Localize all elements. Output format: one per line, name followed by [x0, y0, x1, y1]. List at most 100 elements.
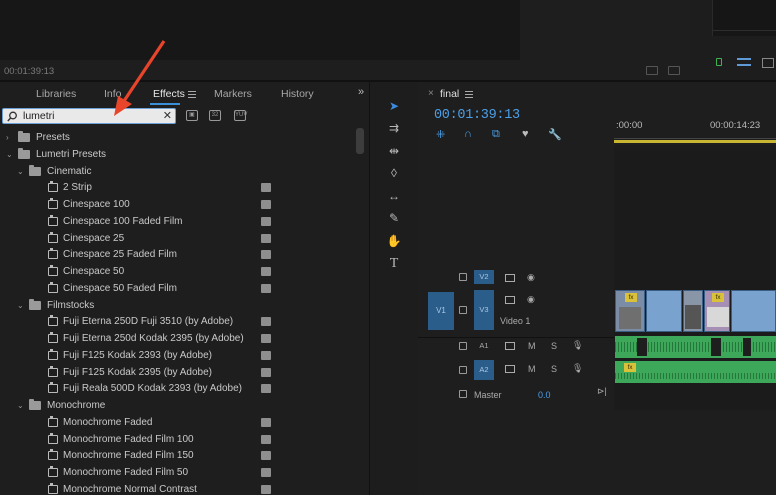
- selection-tool-icon[interactable]: ➤: [386, 98, 402, 114]
- sequence-tab[interactable]: final: [440, 88, 459, 100]
- master-volume-value[interactable]: 0.0: [538, 390, 551, 400]
- snap-icon[interactable]: ∩: [464, 128, 472, 140]
- preset-icon: [48, 315, 58, 327]
- pen-tool-icon[interactable]: ✎: [386, 210, 402, 226]
- tree-item-label: Cinespace 100 Faded Film: [63, 215, 183, 227]
- tree-folder[interactable]: ⌄ Filmstocks: [0, 298, 356, 315]
- tree-preset[interactable]: Cinespace 100: [0, 198, 356, 214]
- linked-selection-icon[interactable]: ⧉: [492, 128, 500, 141]
- lock-master-icon[interactable]: [459, 390, 467, 398]
- tab-libraries[interactable]: Libraries: [36, 88, 76, 100]
- tree-folder[interactable]: ⌄ Monochrome: [0, 399, 356, 415]
- sync-lock-v1-icon[interactable]: [505, 296, 515, 304]
- tree-preset[interactable]: Cinespace 100 Faded Film: [0, 214, 356, 231]
- tree-item-label: Fuji Reala 500D Kodak 2393 (by Adobe): [63, 383, 243, 395]
- preset-icon: [48, 198, 58, 209]
- solo-a1-button[interactable]: S: [551, 341, 557, 351]
- effects-panel-menu-icon[interactable]: [188, 91, 196, 98]
- chevron-icon[interactable]: ⌄: [17, 301, 24, 310]
- track-a2-target[interactable]: A2: [474, 360, 494, 380]
- tree-preset[interactable]: 2 Strip: [0, 181, 356, 197]
- solo-a2-button[interactable]: S: [551, 364, 557, 374]
- export-frame-icon[interactable]: [646, 66, 658, 75]
- lock-icon[interactable]: [716, 58, 722, 66]
- tree-preset[interactable]: Cinespace 50: [0, 265, 356, 281]
- tree-preset[interactable]: Cinespace 25 Faded Film: [0, 248, 356, 264]
- track-v1-target[interactable]: V3: [474, 290, 494, 330]
- tree-item-label: Cinespace 100: [63, 199, 130, 210]
- tab-markers[interactable]: Markers: [214, 88, 252, 100]
- 32-bit-color-filter-icon[interactable]: 32: [209, 110, 221, 121]
- mute-a2-button[interactable]: M: [528, 364, 536, 374]
- close-sequence-icon[interactable]: ×: [428, 88, 434, 99]
- track-a1-target[interactable]: A1: [474, 339, 494, 353]
- mute-a1-button[interactable]: M: [528, 341, 536, 351]
- tree-preset[interactable]: Monochrome Normal Contrast: [0, 482, 356, 495]
- tree-folder[interactable]: › Presets: [0, 131, 356, 147]
- effects-tree: › Presets ⌄ Lumetri Presets ⌄ Cinematic 2 Stri…: [0, 130, 356, 495]
- hand-tool-icon[interactable]: ✋: [386, 233, 402, 249]
- add-marker-icon[interactable]: ♥: [522, 128, 529, 140]
- go-to-end-icon[interactable]: ⊳|: [597, 386, 607, 397]
- tree-preset[interactable]: Fuji Eterna 250D Fuji 3510 (by Adobe): [0, 315, 356, 331]
- audio-clip-a1[interactable]: [615, 336, 776, 358]
- tree-preset[interactable]: Monochrome Faded Film 100: [0, 432, 356, 449]
- tree-item-label: Cinespace 50: [63, 266, 125, 277]
- tree-preset[interactable]: Cinespace 50 Faded Film: [0, 281, 356, 298]
- work-area-bar[interactable]: [614, 140, 776, 143]
- audio-clip-a2[interactable]: fx: [615, 361, 776, 383]
- accelerated-effects-filter-icon[interactable]: ▣: [186, 110, 198, 121]
- sync-lock-a2-icon[interactable]: [505, 365, 515, 373]
- video-audio-divider[interactable]: [418, 337, 614, 338]
- tree-preset[interactable]: Monochrome Faded Film 50: [0, 466, 356, 482]
- lock-v1-icon[interactable]: [459, 306, 467, 314]
- time-ruler[interactable]: [614, 133, 776, 139]
- ripple-edit-tool-icon[interactable]: ⇹: [386, 143, 402, 159]
- video-clip[interactable]: [646, 290, 682, 332]
- lock-v2-icon[interactable]: [459, 273, 467, 281]
- mic-a1-icon[interactable]: 🎙: [572, 340, 583, 351]
- sync-lock-v2-icon[interactable]: [505, 274, 515, 282]
- effects-scrollbar[interactable]: [356, 128, 364, 154]
- chevron-icon[interactable]: ⌄: [17, 167, 24, 176]
- tree-preset[interactable]: Monochrome Faded: [0, 415, 356, 432]
- visibility-v1-icon[interactable]: ◉: [527, 294, 535, 305]
- chevron-icon[interactable]: ›: [6, 133, 9, 142]
- accelerated-effect-icon: [261, 267, 271, 276]
- icon-view-icon[interactable]: [762, 58, 774, 68]
- video-clip[interactable]: fx: [615, 290, 645, 332]
- timeline-timecode[interactable]: 00:01:39:13: [434, 108, 520, 123]
- tree-folder[interactable]: ⌄ Cinematic: [0, 164, 356, 181]
- nest-toggle-icon[interactable]: ⁜: [436, 128, 445, 141]
- video-clip[interactable]: [683, 290, 703, 332]
- visibility-v2-icon[interactable]: ◉: [527, 272, 535, 283]
- tab-history[interactable]: History: [281, 88, 314, 100]
- track-select-tool-icon[interactable]: ⇉: [386, 120, 402, 136]
- video-clip[interactable]: [731, 290, 776, 332]
- chevron-icon[interactable]: ⌄: [6, 150, 13, 159]
- button-editor-icon[interactable]: [668, 66, 680, 75]
- slip-tool-icon[interactable]: ↔: [386, 188, 402, 204]
- tree-preset[interactable]: Cinespace 25: [0, 231, 356, 248]
- sequence-menu-icon[interactable]: [465, 91, 473, 98]
- tree-preset[interactable]: Fuji Eterna 250d Kodak 2395 (by Adobe): [0, 332, 356, 348]
- source-patch-v1[interactable]: V1: [428, 292, 454, 330]
- lock-a2-icon[interactable]: [459, 366, 467, 374]
- type-tool-icon[interactable]: T: [386, 256, 402, 272]
- sync-lock-a1-icon[interactable]: [505, 342, 515, 350]
- track-v2-target[interactable]: V2: [474, 270, 494, 284]
- list-view-icon[interactable]: [737, 58, 751, 66]
- timeline-settings-icon[interactable]: 🔧: [548, 128, 562, 141]
- panel-overflow-icon[interactable]: »: [358, 86, 364, 98]
- mic-a2-icon[interactable]: 🎙: [572, 363, 583, 374]
- tree-folder[interactable]: ⌄ Lumetri Presets: [0, 147, 356, 164]
- video-clip[interactable]: fx: [704, 290, 730, 332]
- razor-tool-icon[interactable]: ◊: [386, 165, 402, 181]
- chevron-icon[interactable]: ⌄: [17, 401, 24, 410]
- tree-preset[interactable]: Fuji Reala 500D Kodak 2393 (by Adobe): [0, 382, 356, 398]
- tree-preset[interactable]: Fuji F125 Kodak 2395 (by Adobe): [0, 365, 356, 382]
- tree-preset[interactable]: Fuji F125 Kodak 2393 (by Adobe): [0, 348, 356, 365]
- yuv-filter-icon[interactable]: YUV: [234, 110, 247, 121]
- tree-preset[interactable]: Monochrome Faded Film 150: [0, 449, 356, 465]
- lock-a1-icon[interactable]: [459, 342, 467, 350]
